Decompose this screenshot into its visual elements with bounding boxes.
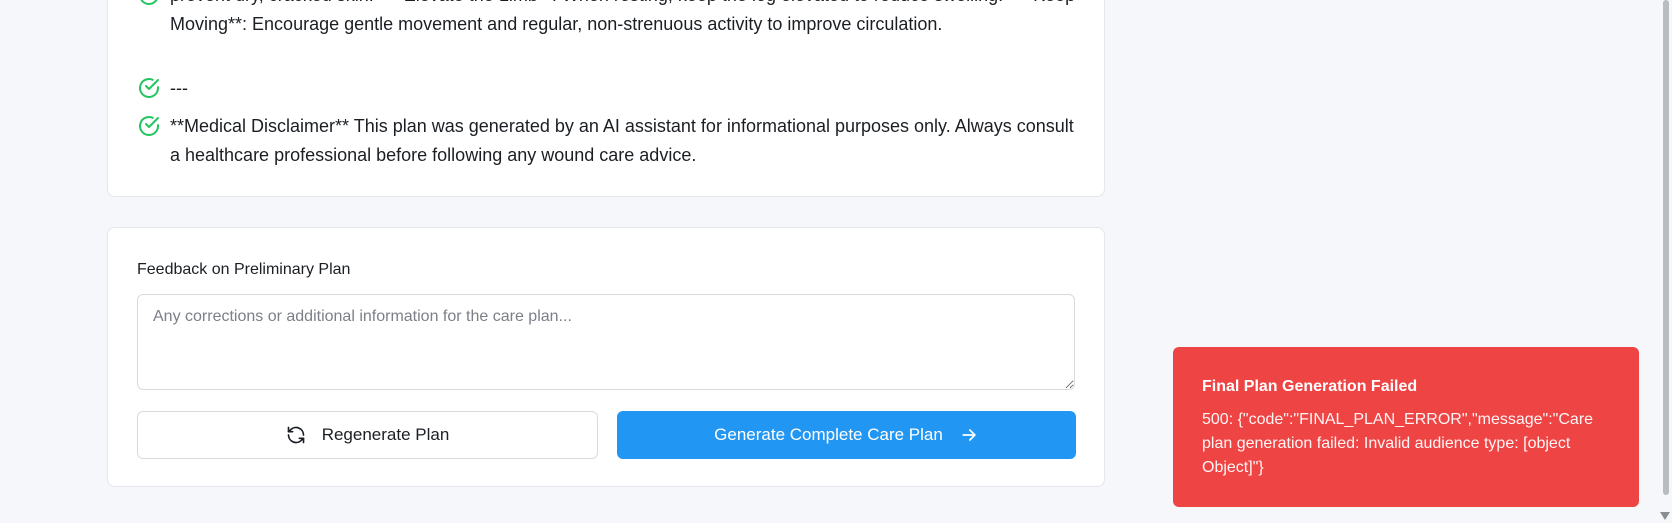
care-plan-item: --- (137, 74, 1077, 103)
page-scrollbar[interactable] (1658, 0, 1672, 523)
regenerate-plan-label: Regenerate Plan (321, 425, 450, 444)
arrow-right-icon (962, 429, 976, 441)
care-plan-item: prevent dry, cracked skin. - **Elevate t… (137, 0, 1077, 39)
regenerate-plan-button[interactable]: Regenerate Plan (137, 411, 598, 459)
scroll-down-arrow-icon[interactable] (1660, 512, 1670, 520)
feedback-label: Feedback on Preliminary Plan (137, 261, 351, 278)
generate-care-plan-label: Generate Complete Care Plan (714, 425, 943, 444)
refresh-icon (287, 426, 305, 444)
generate-care-plan-button[interactable]: Generate Complete Care Plan (617, 411, 1076, 459)
check-circle-icon (140, 0, 158, 5)
care-plan-item-text: prevent dry, cracked skin. - **Elevate t… (170, 0, 1075, 34)
toast-message: 500: {"code":"FINAL_PLAN_ERROR","message… (1202, 411, 1594, 476)
feedback-card: Feedback on Preliminary Plan Regenerate … (107, 227, 1105, 487)
feedback-textarea[interactable] (137, 294, 1075, 390)
scrollbar-thumb[interactable] (1663, 0, 1669, 495)
care-plan-item-text: --- (170, 78, 188, 98)
error-toast[interactable]: Final Plan Generation Failed 500: {"code… (1173, 347, 1639, 507)
care-plan-item: **Medical Disclaimer** This plan was gen… (137, 112, 1077, 170)
check-circle-icon (139, 78, 159, 98)
care-plan-card: prevent dry, cracked skin. - **Elevate t… (107, 0, 1105, 197)
check-circle-icon (139, 116, 159, 136)
medical-disclaimer-text: **Medical Disclaimer** This plan was gen… (170, 116, 1074, 165)
toast-title: Final Plan Generation Failed (1202, 378, 1418, 395)
